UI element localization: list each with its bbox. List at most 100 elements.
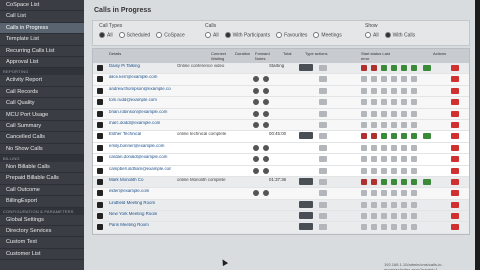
sidebar-item-call-summary[interactable]: Call Summary [0, 121, 84, 133]
call-control-icon[interactable] [371, 156, 377, 163]
mute-icon[interactable] [263, 76, 269, 83]
sidebar-item-no-show-calls[interactable]: No Show Calls [0, 144, 84, 156]
radio-icon[interactable] [276, 32, 283, 38]
call-control-icon[interactable] [371, 201, 377, 208]
info-icon[interactable] [253, 99, 259, 106]
call-control-icon[interactable] [401, 156, 407, 163]
camera-icon[interactable] [319, 110, 327, 117]
call-control-icon[interactable] [361, 110, 367, 117]
call-control-icon[interactable] [401, 99, 407, 106]
call-control-icon[interactable] [371, 65, 377, 71]
call-control-icon[interactable] [411, 201, 417, 208]
call-control-icon[interactable] [361, 144, 367, 151]
filter-calls-option[interactable]: All [205, 32, 219, 38]
participant-row[interactable]: alice.kerr@example.com [93, 74, 469, 86]
radio-icon[interactable] [99, 32, 105, 38]
call-control-icon[interactable] [361, 224, 367, 231]
call-control-icon[interactable] [381, 224, 387, 231]
call-control-icon[interactable] [381, 156, 387, 163]
call-control-icon[interactable] [361, 201, 367, 208]
add-participant-button[interactable] [299, 64, 313, 71]
call-control-icon[interactable] [361, 178, 367, 185]
sidebar-item-non-billable-calls[interactable]: Non Billable Calls [0, 162, 84, 174]
end-call-icon[interactable] [451, 110, 459, 117]
call-control-icon[interactable] [411, 133, 417, 140]
call-icon[interactable] [423, 133, 431, 140]
call-control-icon[interactable] [401, 190, 407, 197]
conference-row[interactable]: Lindfield Meeting Room [93, 199, 469, 212]
info-icon[interactable] [253, 121, 259, 128]
call-control-icon[interactable] [411, 213, 417, 220]
sidebar-item-call-list[interactable]: Call List [0, 11, 84, 23]
call-control-icon[interactable] [381, 144, 387, 151]
sidebar-item-cancelled-calls[interactable]: Cancelled Calls [0, 132, 84, 144]
end-call-icon[interactable] [451, 133, 459, 140]
end-call-icon[interactable] [451, 156, 459, 163]
call-control-icon[interactable] [361, 167, 367, 174]
sidebar-item-recurring-calls-list[interactable]: Recurring Calls List [0, 46, 84, 57]
mute-icon[interactable] [263, 110, 269, 117]
row-name[interactable]: Mark Monolith Co [109, 178, 171, 183]
call-control-icon[interactable] [411, 110, 417, 117]
row-name[interactable]: cardan.donald@example.com [109, 155, 171, 160]
mute-icon[interactable] [263, 99, 269, 106]
call-control-icon[interactable] [371, 224, 377, 231]
call-control-icon[interactable] [381, 76, 387, 83]
call-control-icon[interactable] [381, 110, 387, 117]
call-control-icon[interactable] [381, 99, 387, 106]
add-participant-button[interactable] [299, 132, 313, 140]
participant-row[interactable]: andrew.thompson@example.com [93, 85, 469, 98]
radio-icon[interactable] [365, 32, 371, 38]
call-control-icon[interactable] [391, 213, 397, 220]
conference-row[interactable]: New York Meeting Room [93, 211, 469, 223]
sidebar-item-customer-list[interactable]: Customer List [0, 249, 84, 261]
conference-row[interactable]: Paris Meeting Room [93, 222, 469, 234]
mute-icon[interactable] [263, 87, 269, 94]
call-control-icon[interactable] [361, 190, 367, 197]
call-control-icon[interactable] [381, 133, 387, 140]
participant-row[interactable]: elder@example.com [93, 188, 469, 200]
call-control-icon[interactable] [411, 65, 417, 71]
sidebar-item-call-records[interactable]: Call Records [0, 87, 84, 99]
sidebar-item-custom-text[interactable]: Custom Text [0, 237, 84, 249]
sidebar-item-call-quality[interactable]: Call Quality [0, 98, 84, 110]
sidebar-item-approval-list[interactable]: Approval List [0, 57, 84, 69]
participant-row[interactable]: emily.bonner@example.com [93, 142, 469, 155]
end-call-icon[interactable] [451, 224, 459, 231]
call-control-icon[interactable] [391, 121, 397, 128]
call-control-icon[interactable] [391, 167, 397, 174]
info-icon[interactable] [253, 190, 259, 197]
call-control-icon[interactable] [371, 190, 377, 197]
camera-icon[interactable] [319, 121, 327, 128]
call-control-icon[interactable] [391, 110, 397, 117]
radio-icon[interactable] [156, 32, 163, 38]
filter-call_types-option[interactable]: All [99, 32, 113, 38]
add-participant-button[interactable] [299, 212, 313, 220]
conference-row[interactable]: Esther Technical online technical complet… [93, 131, 469, 143]
sidebar-item-calls-in-progress[interactable]: Calls in Progress [0, 22, 84, 35]
call-control-icon[interactable] [411, 76, 417, 83]
sidebar-item-template-list[interactable]: Template List [0, 34, 84, 46]
call-control-icon[interactable] [371, 133, 377, 140]
call-control-icon[interactable] [401, 201, 407, 208]
call-control-icon[interactable] [401, 87, 407, 94]
call-control-icon[interactable] [391, 190, 397, 197]
call-control-icon[interactable] [371, 213, 377, 220]
row-name[interactable]: Esther Technical [109, 132, 171, 137]
camera-icon[interactable] [319, 224, 327, 231]
call-control-icon[interactable] [381, 178, 387, 185]
call-control-icon[interactable] [381, 213, 387, 220]
call-control-icon[interactable] [411, 178, 417, 185]
sidebar-item-global-settings[interactable]: Global Settings [0, 215, 84, 227]
call-control-icon[interactable] [411, 99, 417, 106]
camera-icon[interactable] [319, 167, 327, 174]
add-participant-button[interactable] [299, 200, 313, 208]
call-control-icon[interactable] [391, 65, 397, 71]
call-control-icon[interactable] [401, 65, 407, 71]
end-call-icon[interactable] [451, 167, 459, 174]
call-control-icon[interactable] [411, 224, 417, 231]
call-control-icon[interactable] [381, 65, 387, 71]
camera-icon[interactable] [319, 76, 327, 83]
row-name[interactable]: Lindfield Meeting Room [109, 201, 171, 206]
row-name[interactable]: brian.robinson@example.com [109, 110, 171, 115]
